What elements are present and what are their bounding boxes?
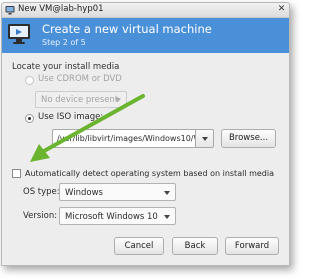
wizard-title: Create a new virtual machine — [42, 22, 212, 36]
chevron-down-icon — [115, 98, 121, 102]
new-vm-dialog: New VM@lab-hyp01 ✕ Create a new virtual … — [1, 2, 290, 266]
cdrom-radio[interactable] — [25, 76, 34, 85]
os-type-dropdown[interactable]: Windows — [59, 183, 176, 201]
virt-manager-icon — [5, 6, 15, 15]
browse-button[interactable]: Browse... — [221, 129, 276, 148]
version-value: Microsoft Windows 10 — [65, 212, 158, 222]
os-type-label: OS type: — [23, 187, 60, 197]
wizard-step: Step 2 of 5 — [42, 38, 86, 47]
version-dropdown[interactable]: Microsoft Windows 10 — [59, 207, 176, 225]
close-icon[interactable]: ✕ — [277, 5, 286, 14]
window-title: New VM@lab-hyp01 — [18, 4, 104, 14]
cdrom-device-value: No device present — [41, 95, 119, 105]
forward-button[interactable]: Forward — [225, 237, 279, 255]
back-button[interactable]: Back — [172, 237, 218, 255]
install-media-label: Locate your install media — [12, 62, 120, 72]
computer-icon — [8, 24, 30, 44]
cdrom-option-label: Use CDROM or DVD — [38, 74, 122, 84]
auto-detect-checkbox[interactable] — [12, 169, 21, 178]
version-label: Version: — [23, 211, 58, 221]
chevron-down-icon — [164, 215, 170, 219]
os-type-value: Windows — [65, 188, 103, 198]
auto-detect-label: Automatically detect operating system ba… — [25, 169, 274, 178]
chevron-down-icon — [202, 137, 208, 141]
chevron-down-icon — [164, 191, 170, 195]
iso-radio[interactable] — [25, 114, 34, 123]
iso-option-label: Use ISO image: — [38, 112, 104, 122]
titlebar: New VM@lab-hyp01 ✕ — [2, 3, 289, 18]
iso-history-dropdown[interactable] — [196, 129, 214, 148]
cancel-button[interactable]: Cancel — [114, 237, 164, 255]
iso-path-value: /var/lib/libvirt/images/Windows10/Win10_… — [57, 134, 195, 143]
cdrom-device-dropdown[interactable]: No device present — [35, 91, 127, 108]
iso-path-input[interactable]: /var/lib/libvirt/images/Windows10/Win10_… — [52, 129, 196, 148]
wizard-header: Create a new virtual machine Step 2 of 5 — [2, 18, 289, 53]
